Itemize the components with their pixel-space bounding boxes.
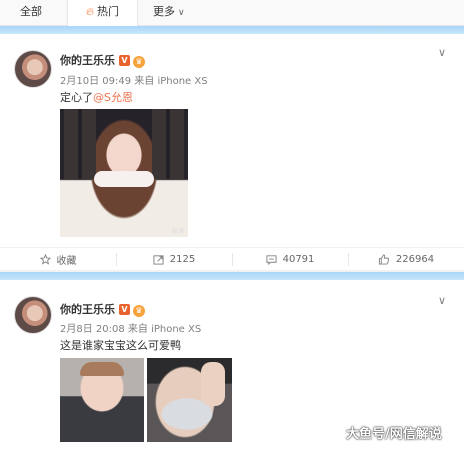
member-crown-icon: ♛: [133, 56, 145, 68]
post-photo[interactable]: 微博: [60, 109, 188, 237]
username-text[interactable]: 你的王乐乐: [60, 54, 115, 67]
post-photo[interactable]: [60, 358, 144, 442]
post-username[interactable]: 你的王乐乐 V ♛: [60, 301, 145, 317]
repost-count: 2125: [169, 253, 196, 265]
photo-bg-panel: [64, 109, 78, 179]
member-crown-icon: ♛: [133, 305, 145, 317]
flame-icon: 🔥︎: [85, 5, 95, 18]
chevron-down-icon: ∨: [178, 8, 185, 18]
photo-bg-panel: [82, 109, 96, 179]
username-text[interactable]: 你的王乐乐: [60, 303, 115, 316]
comment-button[interactable]: 40791: [232, 248, 348, 270]
photo-hand: [201, 362, 225, 406]
tab-more-label: 更多: [153, 5, 175, 18]
avatar[interactable]: [14, 50, 52, 88]
weibo-post: 你的王乐乐 V ♛ 2月10日 09:49 来自 iPhone XS 定心了@S允恩…: [0, 34, 464, 270]
photo-watermark: 微博: [171, 228, 184, 235]
avatar[interactable]: [14, 296, 52, 334]
like-button[interactable]: 226964: [348, 248, 464, 270]
like-count: 226964: [395, 253, 435, 265]
tab-more[interactable]: 更多 ∨: [153, 0, 185, 26]
photo-hair: [80, 362, 124, 376]
separator-strip: [0, 272, 464, 280]
post-text: 定心了@S允恩: [60, 89, 133, 105]
post-photo[interactable]: [147, 358, 232, 442]
comment-count: 40791: [282, 253, 315, 265]
tab-hot[interactable]: 🔥︎ 热门: [67, 0, 138, 27]
post-meta: 2月10日 09:49 来自 iPhone XS: [60, 76, 208, 87]
favorite-button[interactable]: 收藏: [0, 248, 116, 270]
mention-link[interactable]: @S允恩: [93, 91, 133, 104]
star-icon: [39, 253, 51, 265]
tab-all[interactable]: 全部: [20, 0, 42, 26]
tab-hot-label: 热门: [97, 5, 120, 18]
comment-icon: [266, 254, 277, 265]
like-icon: [378, 253, 390, 265]
post-menu-chevron-icon[interactable]: ∨: [438, 294, 446, 307]
photo-bg-panel: [170, 109, 184, 179]
post-text: 这是谁家宝宝这么可爱鸭: [60, 339, 181, 352]
separator-strip: [0, 26, 464, 34]
post-action-bar: 收藏 2125 40791 226964: [0, 247, 464, 270]
post-meta: 2月8日 20:08 来自 iPhone XS: [60, 324, 202, 335]
repost-icon: [153, 254, 164, 265]
post-text-prefix: 定心了: [60, 91, 93, 104]
photo-bg-panel: [152, 109, 166, 179]
repost-button[interactable]: 2125: [116, 248, 232, 270]
source-watermark: 大鱼号/网信解说: [346, 427, 442, 442]
post-username[interactable]: 你的王乐乐 V ♛: [60, 52, 145, 68]
post-menu-chevron-icon[interactable]: ∨: [438, 46, 446, 59]
favorite-label: 收藏: [56, 255, 77, 267]
photo-hands: [94, 171, 154, 187]
vip-badge-icon: V: [119, 304, 130, 315]
tab-bar: 全部 🔥︎ 热门 更多 ∨: [0, 0, 464, 27]
vip-badge-icon: V: [119, 55, 130, 66]
